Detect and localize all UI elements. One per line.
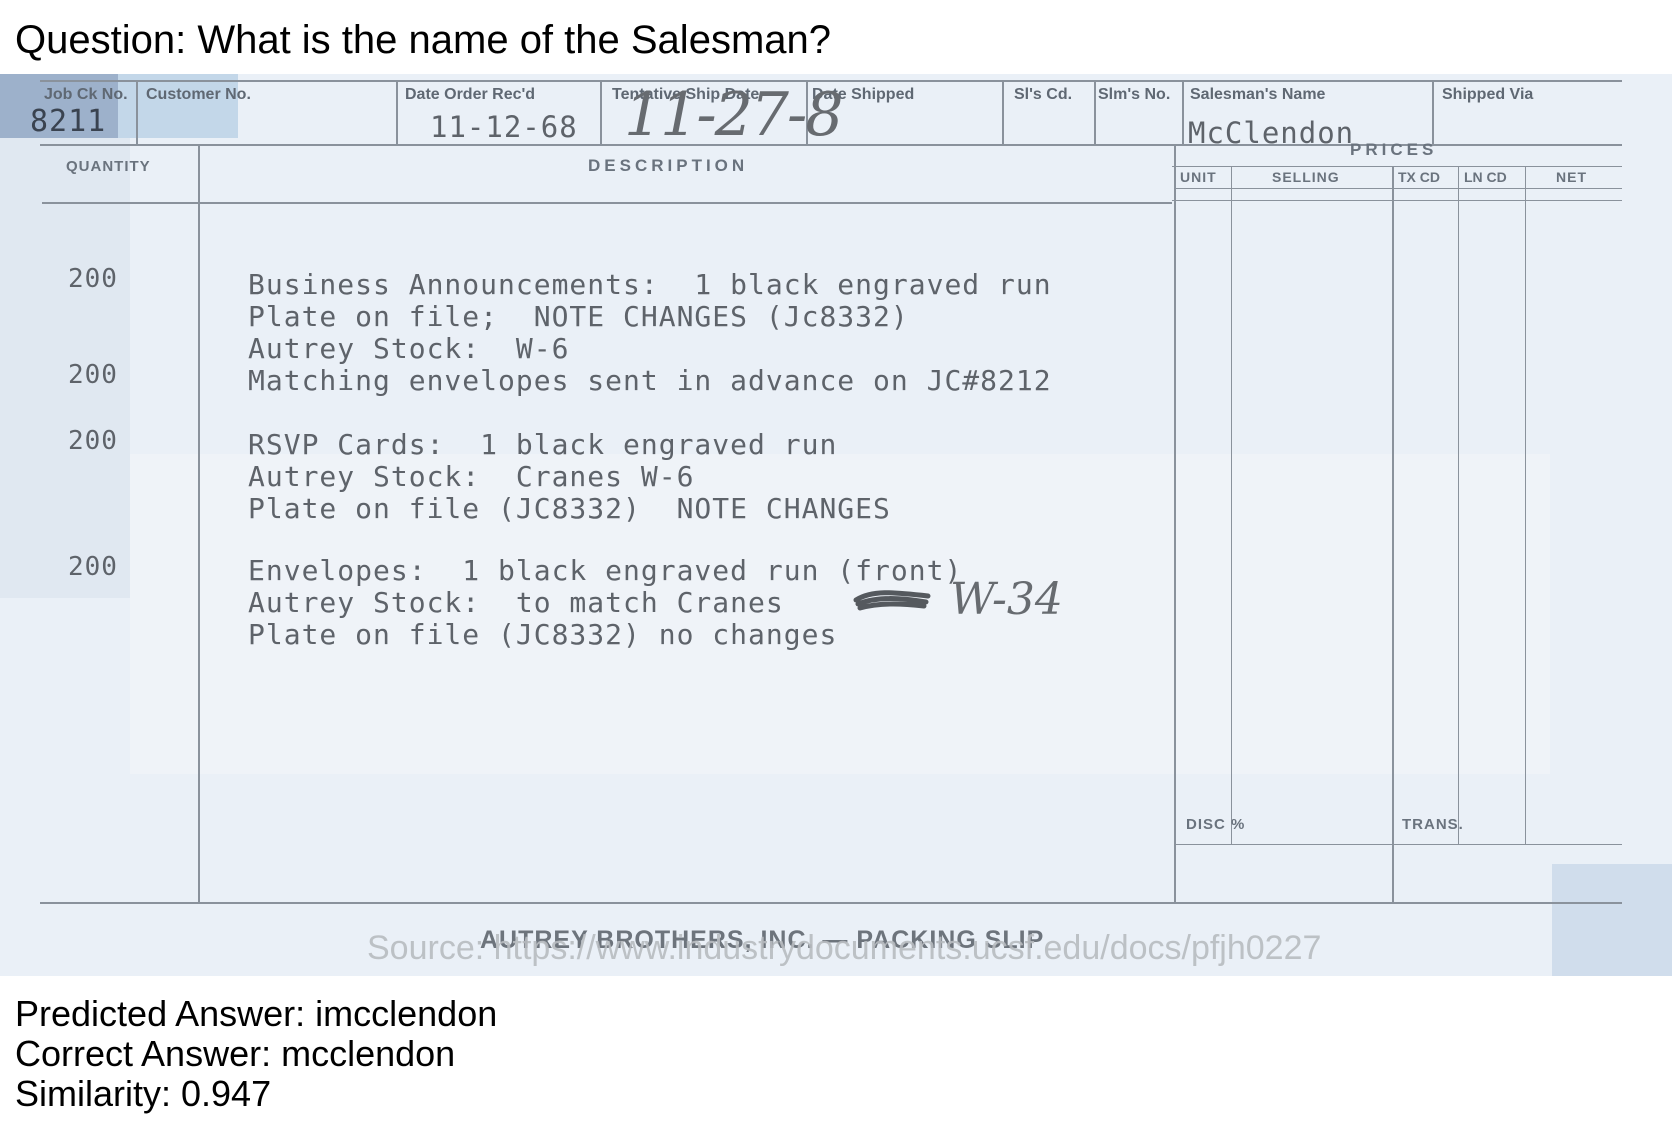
header-ln-cd: LN CD <box>1464 169 1507 185</box>
header-shipped-via: Shipped Via <box>1442 86 1534 103</box>
handwritten-note: W-34 <box>950 574 1063 625</box>
divider <box>600 80 602 144</box>
similarity-score: Similarity: 0.947 <box>15 1073 272 1114</box>
header-job-ck-no: Job Ck No. <box>44 86 128 103</box>
divider <box>1094 80 1096 144</box>
rule <box>1176 188 1622 189</box>
item-description-line: Plate on file (JC8332) no changes <box>248 618 838 651</box>
item-description-line: RSVP Cards: 1 black engraved run <box>248 428 838 461</box>
rule <box>1172 200 1622 201</box>
item-description-line: Matching envelopes sent in advance on JC… <box>248 364 1052 397</box>
item-qty: 200 <box>68 264 118 294</box>
header-unit: UNIT <box>1180 169 1217 185</box>
divider <box>1182 80 1184 144</box>
scan-tint <box>1552 864 1672 976</box>
item-description-line: Autrey Stock: W-6 <box>248 332 570 365</box>
item-description-line: Business Announcements: 1 black engraved… <box>248 268 1052 301</box>
question-text: Question: What is the name of the Salesm… <box>15 18 831 62</box>
header-description: DESCRIPTION <box>588 156 749 175</box>
divider <box>1432 80 1434 144</box>
scribble-mark <box>853 590 931 611</box>
rule <box>1172 166 1622 167</box>
divider <box>136 80 138 144</box>
salesmans-name-value: McClendon <box>1188 116 1355 150</box>
divider <box>1458 166 1459 844</box>
divider <box>198 144 200 904</box>
header-date-order-recd: Date Order Rec'd <box>405 86 536 103</box>
header-tx-cd: TX CD <box>1398 169 1440 185</box>
header-prices: PRICES <box>1350 140 1438 159</box>
item-description-line: Autrey Stock: Cranes W-6 <box>248 460 695 493</box>
item-qty: 200 <box>68 426 118 456</box>
item-qty: 200 <box>68 552 118 582</box>
divider <box>1174 144 1176 904</box>
header-slms-no: Slm's No. <box>1098 86 1171 103</box>
rule <box>200 202 1172 204</box>
footer-trans-label: TRANS. <box>1402 816 1464 833</box>
rule <box>42 202 202 204</box>
footer-disc-label: DISC % <box>1186 816 1246 833</box>
item-description-line: Plate on file (JC8332) NOTE CHANGES <box>248 492 891 525</box>
item-description-line: Envelopes: 1 black engraved run (front) <box>248 554 963 587</box>
divider <box>1525 166 1526 844</box>
header-salesmans-name: Salesman's Name <box>1190 86 1326 103</box>
item-description-line: Plate on file; NOTE CHANGES (Jc8332) <box>248 300 909 333</box>
header-selling: SELLING <box>1272 169 1340 185</box>
header-customer-no: Customer No. <box>146 86 251 103</box>
divider <box>396 80 398 144</box>
rule <box>1176 844 1622 845</box>
header-quantity: QUANTITY <box>66 158 151 175</box>
divider <box>1392 166 1394 904</box>
source-watermark: Source: https://www.industrydocuments.uc… <box>367 929 1322 967</box>
header-sls-cd: Sl's Cd. <box>1014 86 1073 103</box>
job-ck-no-value: 8211 <box>30 104 107 139</box>
predicted-answer: Predicted Answer: imcclendon <box>15 993 498 1034</box>
divider <box>1231 166 1232 844</box>
tentative-ship-date-value: 11-27-8 <box>624 80 843 150</box>
item-qty: 200 <box>68 360 118 390</box>
correct-answer: Correct Answer: mcclendon <box>15 1033 456 1074</box>
packing-slip-document: Job Ck No. Customer No. Date Order Rec'd… <box>0 74 1672 976</box>
header-net: NET <box>1556 169 1587 185</box>
item-description-line: Autrey Stock: to match Cranes <box>248 586 784 619</box>
date-order-recd-value: 11-12-68 <box>430 110 578 144</box>
rule <box>40 902 1622 904</box>
divider <box>1002 80 1004 144</box>
